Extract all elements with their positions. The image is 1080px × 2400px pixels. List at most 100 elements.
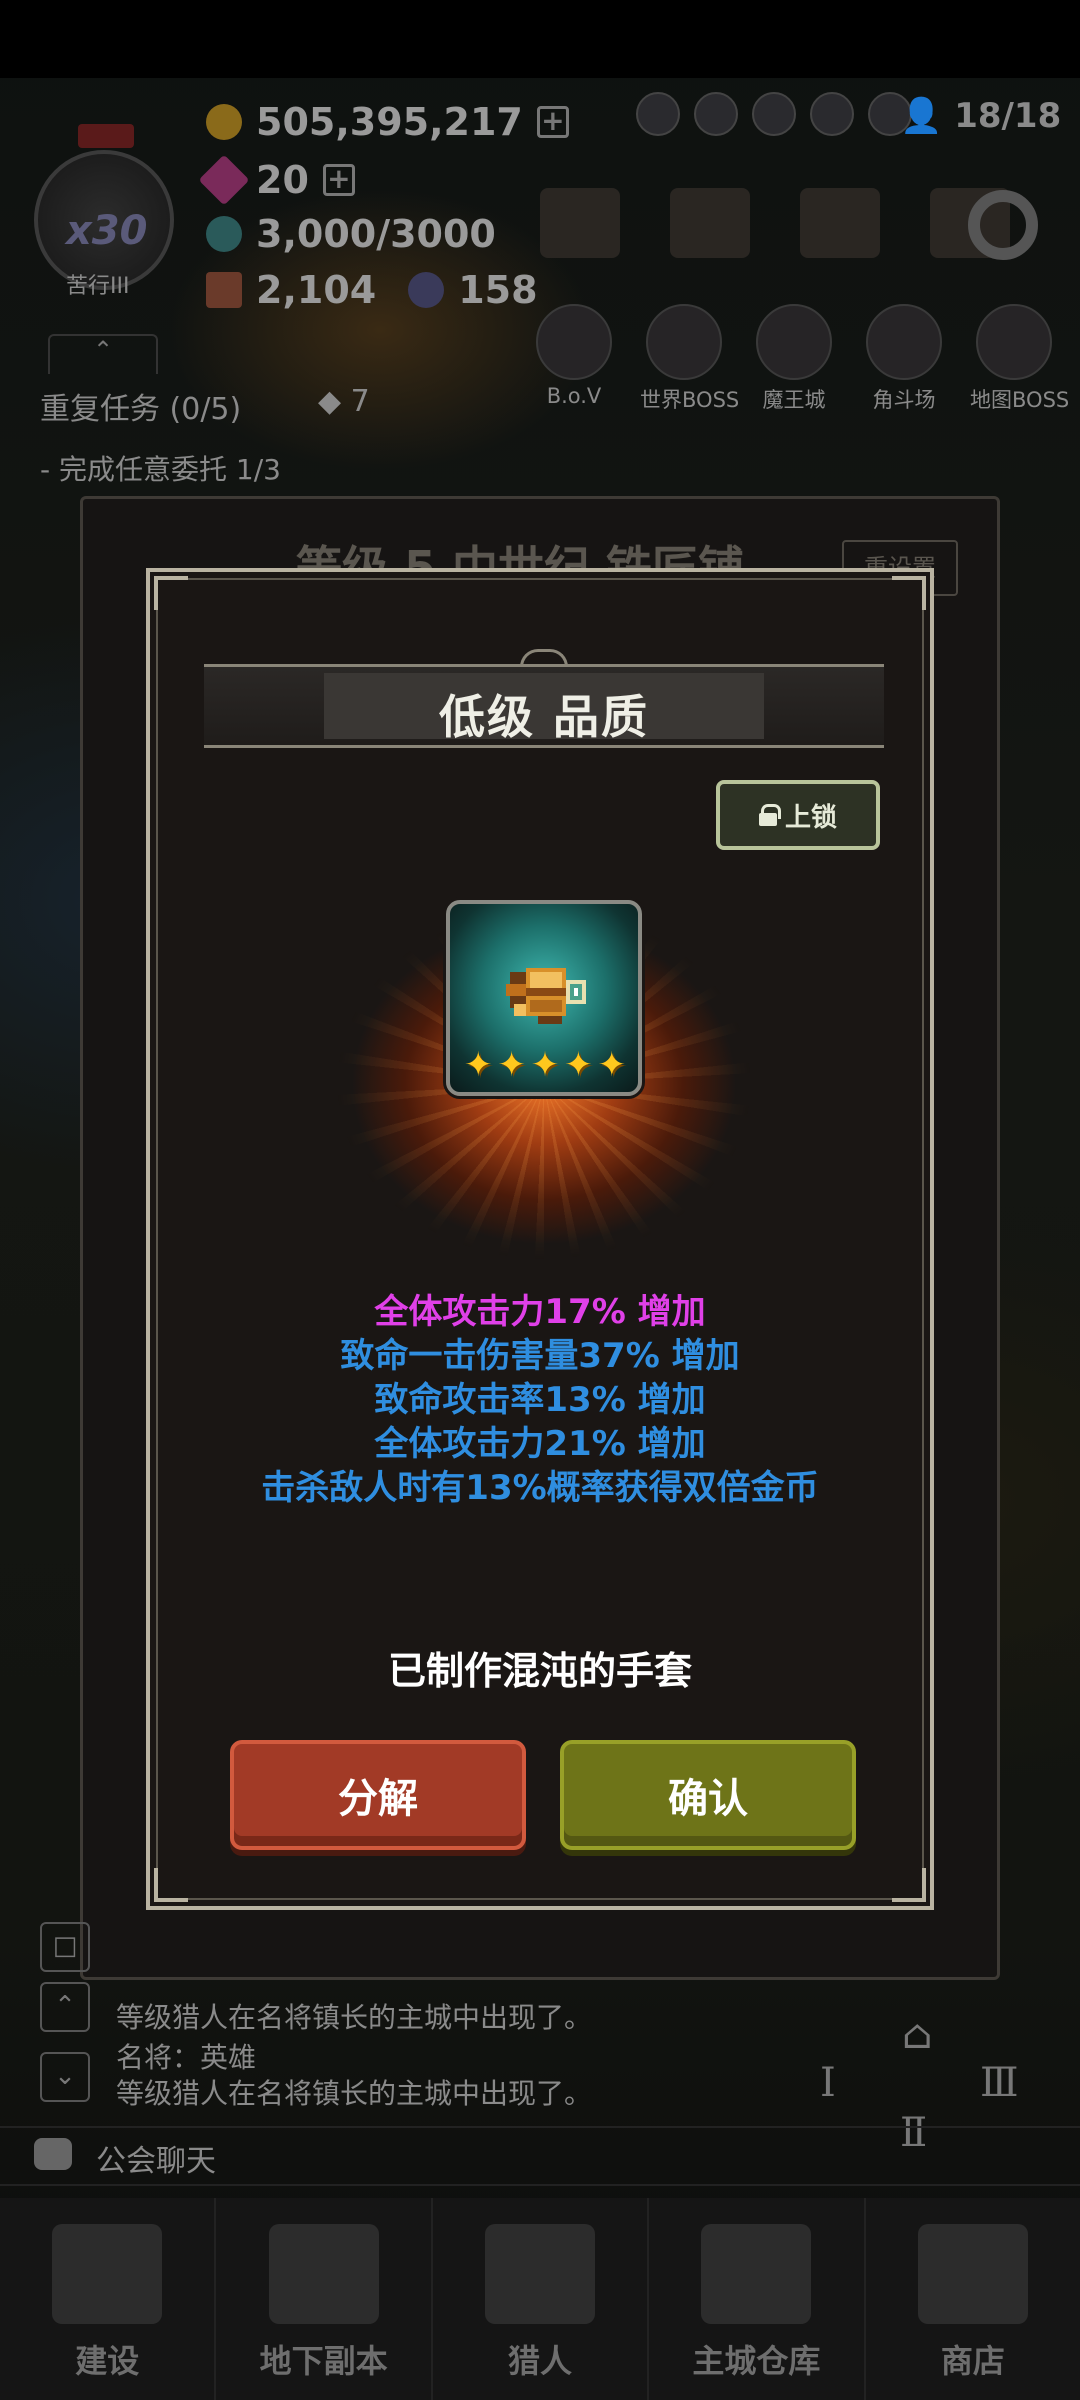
hunter-icon <box>485 2224 596 2324</box>
person-icon: 👤 <box>900 96 943 136</box>
chat-scroll-up-button[interactable]: ⌃ <box>40 1982 90 2032</box>
nav-label: 地下副本 <box>259 2342 388 2380</box>
item-stat-line: 致命攻击率13% 增加 <box>374 1380 706 1420</box>
item-slot[interactable]: ✦ ✦ ✦ ✦ ✦ <box>446 900 642 1096</box>
item-stat-line: 致命一击伤害量37% 增加 <box>340 1336 740 1376</box>
map-boss-icon <box>976 304 1052 380</box>
lock-label: 上锁 <box>784 802 837 833</box>
material-icon <box>206 272 242 308</box>
buff-icon-1[interactable] <box>636 92 680 136</box>
nav-dungeon[interactable]: 地下副本 <box>216 2198 433 2400</box>
gold-coin-icon <box>206 104 242 140</box>
item-stat-list: 全体攻击力17% 增加 致命一击伤害量37% 增加 致命攻击率13% 增加 全体攻击力… <box>150 1290 930 1510</box>
star-icon: ✦ <box>564 1045 593 1085</box>
hammer-icon <box>52 2224 163 2324</box>
title-ornament <box>520 649 568 667</box>
item-stat-line: 全体攻击力21% 增加 <box>374 1424 706 1464</box>
boss-item-bov[interactable]: B.o.V <box>530 304 618 414</box>
boss-label: 魔王城 <box>762 388 826 412</box>
material-resource: 2,104 158 <box>206 268 538 312</box>
frame-corner <box>154 1868 188 1902</box>
boss-item-map[interactable]: 地图BOSS <box>970 304 1070 414</box>
floor-3-icon[interactable]: Ⅲ <box>980 2060 1019 2106</box>
item-star-rating: ✦ ✦ ✦ ✦ ✦ <box>464 1048 626 1082</box>
mail-icon[interactable] <box>800 188 880 258</box>
chat-line-2-message: 等级猎人在名将镇长的主城中出现了。 <box>116 2077 593 2110</box>
world-boss-icon <box>646 304 722 380</box>
status-bar-area <box>0 0 1080 78</box>
craft-result-dialog: 低级 品质 上锁 ✦ ✦ ✦ ✦ ✦ 全体攻击力17% 增加 致命一击伤害量37% 增加致… <box>146 568 934 1910</box>
quest-gem-reward: ◆ 7 <box>318 384 370 419</box>
lock-button[interactable]: 上锁 <box>716 780 880 850</box>
material-amount: 2,104 <box>256 268 377 312</box>
frame-corner <box>154 576 188 610</box>
boss-item-demon-castle[interactable]: 魔王城 <box>750 304 838 414</box>
nav-label: 猎人 <box>508 2342 573 2380</box>
quest-subtask: - 完成任意委托 1/3 <box>40 453 281 486</box>
disassemble-button[interactable]: 分解 <box>230 1740 526 1850</box>
shop-icon <box>917 2224 1028 2324</box>
boss-menu-row: B.o.V 世界BOSS 魔王城 角斗场 地图BOSS <box>530 304 1070 414</box>
item-quality-title: 低级 品质 <box>438 690 649 744</box>
book-icon[interactable] <box>540 188 620 258</box>
boss-label: 角斗场 <box>872 388 936 412</box>
nav-label: 商店 <box>940 2342 1005 2380</box>
nav-shop[interactable]: 商店 <box>866 2198 1080 2400</box>
helmet-icon[interactable] <box>752 92 796 136</box>
star-icon: ✦ <box>530 1045 560 1085</box>
hunter-quota-value: 18/18 <box>954 96 1062 136</box>
star-icon: ✦ <box>497 1045 526 1085</box>
gauntlet-icon <box>506 968 586 1024</box>
energy-resource: 3,000/3000 <box>206 212 496 256</box>
gold-resource: 505,395,217 + <box>206 100 569 144</box>
floor-1-icon[interactable]: Ⅰ <box>820 2060 836 2106</box>
nav-build[interactable]: 建设 <box>0 2198 217 2400</box>
confirm-button[interactable]: 确认 <box>560 1740 856 1850</box>
quest-gem-amount: 7 <box>350 384 370 419</box>
nav-label: 主城仓库 <box>692 2342 821 2380</box>
armor-icon[interactable] <box>810 92 854 136</box>
settings-gear-icon[interactable] <box>968 190 1038 260</box>
top-icon-row <box>636 92 912 136</box>
chat-line-2-name: 名将：英雄 <box>116 2041 257 2074</box>
crystal-icon <box>408 272 445 308</box>
nav-label: 建设 <box>75 2342 140 2380</box>
chat-toggle-button[interactable]: □ <box>40 1922 90 1972</box>
nav-warehouse[interactable]: 主城仓库 <box>649 2198 866 2400</box>
home-icon[interactable]: ⌂ <box>902 2012 933 2058</box>
star-icon: ✦ <box>597 1045 627 1085</box>
energy-amount: 3,000/3000 <box>256 212 496 256</box>
boss-item-arena[interactable]: 角斗场 <box>860 304 948 414</box>
arena-icon <box>866 304 942 380</box>
frame-corner <box>892 1868 926 1902</box>
chat-line-1-message: 等级猎人在名将镇长的主城中出现了。 <box>116 2001 593 2034</box>
player-multiplier: x30 <box>66 208 148 254</box>
dungeon-gate-icon <box>268 2224 379 2324</box>
top-menu-row <box>540 188 1010 258</box>
bottom-navigation: 建设 地下副本 猎人 主城仓库 商店 <box>0 2198 1080 2400</box>
boss-label: B.o.V <box>546 384 602 408</box>
add-gem-button[interactable]: + <box>322 164 355 196</box>
chat-scroll-down-button[interactable]: ⌄ <box>40 2052 90 2102</box>
chest-icon <box>701 2224 812 2324</box>
boss-label: 地图BOSS <box>970 388 1070 412</box>
item-stat-line: 击杀敌人时有13%概率获得双倍金币 <box>261 1468 819 1508</box>
trophy-icon[interactable] <box>670 188 750 258</box>
quest-collapse-tab[interactable]: ⌃ <box>48 334 158 374</box>
skull-icon[interactable] <box>694 92 738 136</box>
gem-resource: 20 + <box>198 154 355 206</box>
boss-label: 世界BOSS <box>640 388 740 412</box>
nav-hunter[interactable]: 猎人 <box>433 2198 650 2400</box>
boss-item-world[interactable]: 世界BOSS <box>640 304 740 414</box>
gem-amount: 20 <box>256 158 309 202</box>
guild-chat-label: 公会聊天 <box>96 2144 216 2179</box>
demon-castle-icon <box>756 304 832 380</box>
quest-title[interactable]: 重复任务 (0/5) <box>40 384 241 428</box>
player-rank: 苦行III <box>66 274 130 299</box>
lock-icon <box>758 804 781 826</box>
add-gold-button[interactable]: + <box>536 106 569 138</box>
crafted-message: 已制作混沌的手套 <box>387 1649 692 1693</box>
energy-icon <box>206 216 242 252</box>
frame-corner <box>892 576 926 610</box>
hunter-quota: 👤 18/18 <box>900 96 1061 136</box>
